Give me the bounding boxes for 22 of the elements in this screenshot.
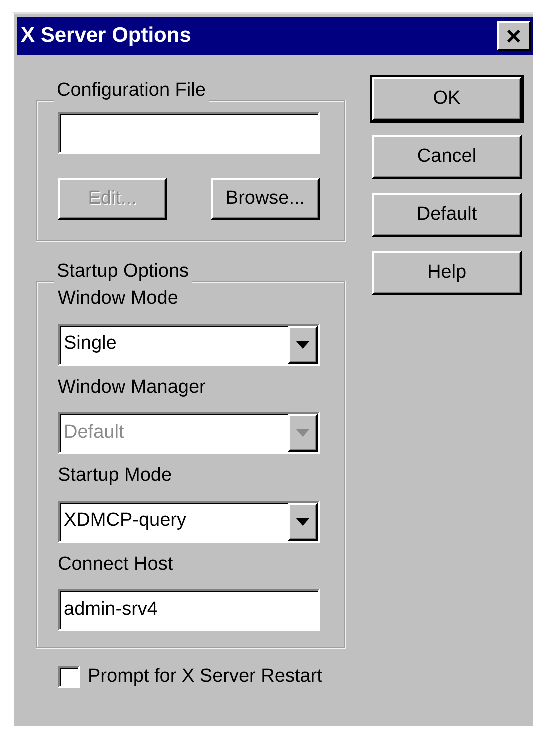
field-label: Startup Mode: [58, 464, 172, 488]
checkbox[interactable]: [58, 666, 80, 688]
dropdown-value: Single: [64, 332, 117, 356]
dropdown[interactable]: XDMCP-query: [58, 500, 320, 542]
dropdown-value: XDMCP-query: [64, 509, 186, 534]
dialog-button[interactable]: Cancel: [372, 135, 522, 179]
dropdown[interactable]: Single: [58, 324, 320, 366]
checkbox-label: Prompt for X Server Restart: [88, 665, 322, 689]
window-title: X Server Options: [21, 23, 192, 50]
file-button[interactable]: Browse...: [211, 178, 320, 220]
field-label: Connect Host: [58, 552, 174, 576]
field-label: Window Manager: [58, 376, 206, 400]
dialog-button[interactable]: OK: [372, 77, 522, 121]
close-button[interactable]: ×: [497, 21, 531, 51]
dialog-button[interactable]: Help: [372, 251, 522, 295]
text-field[interactable]: admin-srv4: [58, 589, 320, 631]
dropdown-value: Default: [64, 420, 124, 445]
text-field[interactable]: [58, 112, 320, 154]
field-label: Window Mode: [58, 287, 178, 311]
dialog-button[interactable]: Default: [372, 193, 522, 237]
group-label: Startup Options: [56, 262, 190, 281]
group-label: Configuration File: [56, 81, 207, 100]
